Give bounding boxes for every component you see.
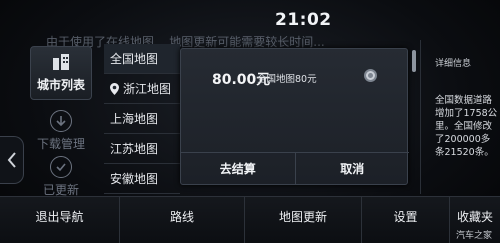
dialog-body: 80.00元 全国地图80元 [181, 49, 409, 152]
city-list: 全国地图 浙江地图 上海地图 江苏地图 安徽地图 [104, 44, 180, 194]
side-nav: 城市列表 下载管理 已更新 [0, 40, 92, 197]
tab-updated[interactable]: 已更新 [30, 150, 92, 200]
city-item-zhejiang[interactable]: 浙江地图 [104, 74, 180, 104]
tab-download-manager[interactable]: 下载管理 [30, 106, 92, 156]
map-update-button[interactable]: 地图更新 [245, 197, 362, 243]
dialog-actions: 去结算 取消 [181, 152, 409, 184]
detail-title[interactable]: 详细信息 [435, 56, 471, 69]
tab-city-list[interactable]: 城市列表 [30, 46, 92, 100]
clock: 21:02 [275, 10, 332, 30]
package-name: 全国地图80元 [257, 74, 317, 85]
city-item-anhui[interactable]: 安徽地图 [104, 164, 180, 194]
exit-navigation-button[interactable]: 退出导航 [0, 197, 120, 243]
city-item-shanghai[interactable]: 上海地图 [104, 104, 180, 134]
purchase-dialog: 80.00元 全国地图80元 去结算 取消 [180, 48, 409, 185]
detail-text: 全国数据道路增加了1758公里。全国修改了200000多条21520条。 [435, 95, 498, 158]
city-item-label: 浙江地图 [123, 82, 172, 96]
settings-button[interactable]: 设置 [362, 197, 450, 243]
status-bar: 21:02 [0, 0, 500, 34]
scrollbar[interactable] [412, 50, 416, 72]
city-item-label: 江苏地图 [110, 142, 159, 156]
download-icon [50, 110, 72, 132]
cancel-button[interactable]: 取消 [294, 153, 410, 184]
chevron-left-icon [7, 152, 16, 168]
route-button[interactable]: 路线 [120, 197, 245, 243]
bottom-bar: 退出导航 路线 地图更新 设置 收藏夹 [0, 196, 500, 243]
city-item-label: 安徽地图 [110, 172, 159, 186]
checkout-button[interactable]: 去结算 [181, 153, 295, 184]
detail-panel: 详细信息 全国数据道路增加了1758公里。全国修改了200000多条21520条… [420, 40, 500, 194]
package-radio[interactable] [364, 69, 377, 82]
city-item-label: 上海地图 [110, 112, 159, 126]
check-circle-icon [50, 156, 72, 178]
city-item-jiangsu[interactable]: 江苏地图 [104, 134, 180, 164]
city-item-national[interactable]: 全国地图 [104, 44, 180, 74]
location-pin-icon [110, 82, 119, 95]
back-button[interactable] [0, 136, 24, 184]
watermark: 汽车之家 [456, 231, 493, 241]
city-item-label: 全国地图 [110, 52, 159, 66]
city-list-icon [50, 51, 72, 73]
tab-city-list-label: 城市列表 [36, 78, 85, 92]
navigation-screen: 21:02 由于使用了在线地图... 地图更新可能需要较长时间... 城市列表 [0, 0, 500, 243]
